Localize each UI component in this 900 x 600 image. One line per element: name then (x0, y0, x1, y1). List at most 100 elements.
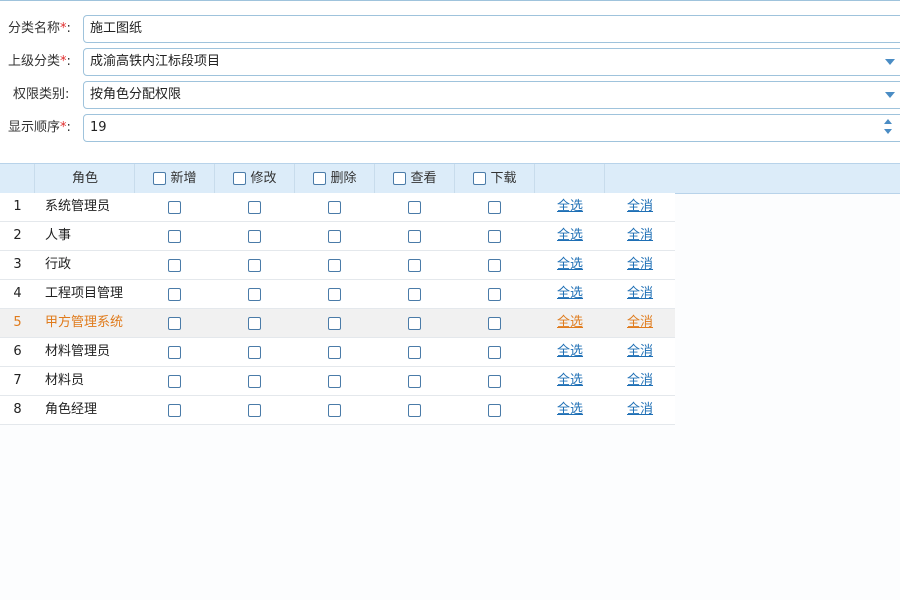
table-row[interactable]: 3 行政 全选 全消 (0, 251, 675, 280)
select-all-add-checkbox[interactable] (153, 172, 167, 185)
download-checkbox[interactable] (488, 288, 501, 301)
select-all-link[interactable]: 全选 (557, 309, 583, 337)
row-number: 1 (13, 199, 22, 214)
select-all-edit-checkbox[interactable] (233, 172, 247, 185)
download-checkbox[interactable] (488, 404, 501, 417)
delete-checkbox[interactable] (328, 201, 341, 214)
edit-checkbox[interactable] (248, 317, 261, 330)
delete-checkbox[interactable] (328, 404, 341, 417)
download-checkbox[interactable] (488, 201, 501, 214)
table-row[interactable]: 8 角色经理 全选 全消 (0, 396, 675, 425)
select-all-view-checkbox[interactable] (393, 172, 407, 185)
select-all-link[interactable]: 全选 (557, 222, 583, 250)
chevron-down-icon[interactable] (885, 92, 895, 98)
download-checkbox[interactable] (488, 346, 501, 359)
form-row-permission-type: 权限类别: 按角色分配权限 (0, 81, 900, 109)
select-all-link[interactable]: 全选 (557, 396, 583, 424)
add-checkbox[interactable] (168, 346, 181, 359)
table-row[interactable]: 5 甲方管理系统 全选 全消 (0, 309, 675, 338)
header-role: 角色 (34, 164, 135, 193)
deselect-all-link[interactable]: 全消 (627, 396, 653, 424)
add-checkbox[interactable] (168, 259, 181, 272)
select-all-delete-checkbox[interactable] (313, 172, 327, 185)
select-all-link[interactable]: 全选 (557, 367, 583, 395)
delete-checkbox[interactable] (328, 230, 341, 243)
display-order-input[interactable]: 19 (83, 114, 900, 142)
grid-header: 角色 新增 修改 删除 查看 下载 (0, 163, 900, 194)
header-select-all-col (534, 164, 605, 193)
deselect-all-link[interactable]: 全消 (627, 193, 653, 221)
delete-checkbox[interactable] (328, 317, 341, 330)
row-number: 7 (13, 373, 22, 388)
role-name: 行政 (45, 257, 72, 272)
edit-checkbox[interactable] (248, 201, 261, 214)
add-checkbox[interactable] (168, 317, 181, 330)
permission-grid: 角色 新增 修改 删除 查看 下载 1 系统管理员 全选 全消 2 人事 全选 全消 3 行政 全选… (0, 163, 900, 600)
edit-checkbox[interactable] (248, 288, 261, 301)
edit-checkbox[interactable] (248, 346, 261, 359)
edit-checkbox[interactable] (248, 230, 261, 243)
parent-category-select[interactable]: 成渝高铁内江标段项目 (83, 48, 900, 76)
view-checkbox[interactable] (408, 259, 421, 272)
view-checkbox[interactable] (408, 317, 421, 330)
select-all-download-checkbox[interactable] (473, 172, 487, 185)
table-row[interactable]: 7 材料员 全选 全消 (0, 367, 675, 396)
download-checkbox[interactable] (488, 375, 501, 388)
role-name: 甲方管理系统 (45, 315, 124, 330)
row-number: 4 (13, 286, 22, 301)
table-row[interactable]: 4 工程项目管理 全选 全消 (0, 280, 675, 309)
parent-category-value: 成渝高铁内江标段项目 (90, 54, 221, 69)
view-checkbox[interactable] (408, 201, 421, 214)
select-all-link[interactable]: 全选 (557, 251, 583, 279)
role-name: 材料员 (45, 373, 85, 388)
delete-checkbox[interactable] (328, 346, 341, 359)
deselect-all-link[interactable]: 全消 (627, 309, 653, 337)
deselect-all-link[interactable]: 全消 (627, 338, 653, 366)
download-checkbox[interactable] (488, 230, 501, 243)
chevron-down-icon[interactable] (885, 59, 895, 65)
view-checkbox[interactable] (408, 404, 421, 417)
add-checkbox[interactable] (168, 404, 181, 417)
row-number: 8 (13, 402, 22, 417)
add-checkbox[interactable] (168, 288, 181, 301)
view-checkbox[interactable] (408, 375, 421, 388)
view-checkbox[interactable] (408, 346, 421, 359)
select-all-link[interactable]: 全选 (557, 193, 583, 221)
role-name: 系统管理员 (45, 199, 111, 214)
view-checkbox[interactable] (408, 288, 421, 301)
number-spinner[interactable] (884, 117, 894, 137)
table-row[interactable]: 1 系统管理员 全选 全消 (0, 193, 675, 222)
header-edit: 修改 (214, 164, 295, 193)
spinner-down-icon[interactable] (884, 129, 892, 134)
row-number: 3 (13, 257, 22, 272)
role-name: 材料管理员 (45, 344, 111, 359)
deselect-all-link[interactable]: 全消 (627, 251, 653, 279)
add-checkbox[interactable] (168, 201, 181, 214)
table-row[interactable]: 6 材料管理员 全选 全消 (0, 338, 675, 367)
category-name-label: 分类名称*: (8, 21, 71, 36)
select-all-link[interactable]: 全选 (557, 338, 583, 366)
delete-checkbox[interactable] (328, 375, 341, 388)
category-name-input[interactable]: 施工图纸 (83, 15, 900, 43)
add-checkbox[interactable] (168, 230, 181, 243)
parent-category-label: 上级分类*: (8, 54, 71, 69)
deselect-all-link[interactable]: 全消 (627, 222, 653, 250)
delete-checkbox[interactable] (328, 288, 341, 301)
header-download: 下载 (454, 164, 535, 193)
edit-checkbox[interactable] (248, 404, 261, 417)
table-row[interactable]: 2 人事 全选 全消 (0, 222, 675, 251)
download-checkbox[interactable] (488, 317, 501, 330)
select-all-link[interactable]: 全选 (557, 280, 583, 308)
edit-checkbox[interactable] (248, 259, 261, 272)
edit-checkbox[interactable] (248, 375, 261, 388)
role-name: 工程项目管理 (45, 286, 124, 301)
deselect-all-link[interactable]: 全消 (627, 280, 653, 308)
download-checkbox[interactable] (488, 259, 501, 272)
form-row-category-name: 分类名称*: 施工图纸 (0, 15, 900, 43)
view-checkbox[interactable] (408, 230, 421, 243)
permission-type-select[interactable]: 按角色分配权限 (83, 81, 900, 109)
spinner-up-icon[interactable] (884, 119, 892, 124)
add-checkbox[interactable] (168, 375, 181, 388)
deselect-all-link[interactable]: 全消 (627, 367, 653, 395)
delete-checkbox[interactable] (328, 259, 341, 272)
